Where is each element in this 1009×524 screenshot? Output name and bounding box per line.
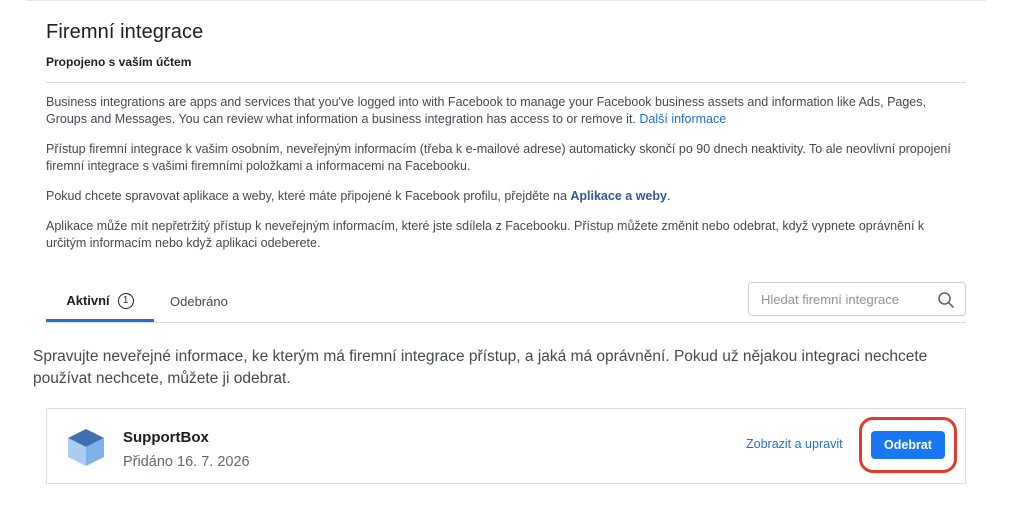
search-icon[interactable] bbox=[937, 291, 955, 309]
page-title: Firemní integrace bbox=[46, 21, 204, 43]
cube-icon bbox=[68, 429, 104, 466]
top-divider bbox=[26, 0, 986, 1]
search-input[interactable] bbox=[749, 283, 941, 315]
page-subtitle: Propojeno s vaším účtem bbox=[46, 55, 192, 69]
integration-added-date: Přidáno 16. 7. 2026 bbox=[123, 454, 250, 470]
apps-and-websites-link[interactable]: Aplikace a weby bbox=[570, 189, 667, 203]
tab-active-label: Aktivní bbox=[66, 293, 110, 308]
tab-removed-label: Odebráno bbox=[170, 293, 228, 309]
view-and-edit-link[interactable]: Zobrazit a upravit bbox=[746, 437, 843, 451]
integrations-panel: Firemní integrace Propojeno s vaším účte… bbox=[46, 20, 966, 252]
section-divider bbox=[46, 82, 966, 83]
manage-description: Spravujte neveřejné informace, ke kterým… bbox=[33, 348, 928, 387]
info-paragraph-1: Business integrations are apps and servi… bbox=[46, 95, 926, 126]
search-box[interactable] bbox=[748, 282, 966, 316]
tab-removed[interactable]: Odebráno bbox=[170, 282, 228, 320]
learn-more-link[interactable]: Další informace bbox=[639, 112, 726, 126]
tab-active-count-badge: 1 bbox=[117, 292, 134, 309]
integration-card: SupportBox Přidáno 16. 7. 2026 Zobrazit … bbox=[46, 408, 966, 484]
remove-button[interactable]: Odebrat bbox=[871, 431, 945, 459]
info-paragraph-2: Přístup firemní integrace k vašim osobní… bbox=[46, 142, 951, 173]
info-paragraph-3: Pokud chcete spravovat aplikace a weby, … bbox=[46, 189, 671, 203]
integration-name: SupportBox bbox=[123, 429, 209, 446]
tab-active[interactable]: Aktivní 1 bbox=[46, 282, 154, 322]
tabs-bar: Aktivní 1 Odebráno bbox=[46, 282, 966, 323]
info-paragraph-4: Aplikace může mít nepřetržitý přístup k … bbox=[46, 219, 925, 250]
